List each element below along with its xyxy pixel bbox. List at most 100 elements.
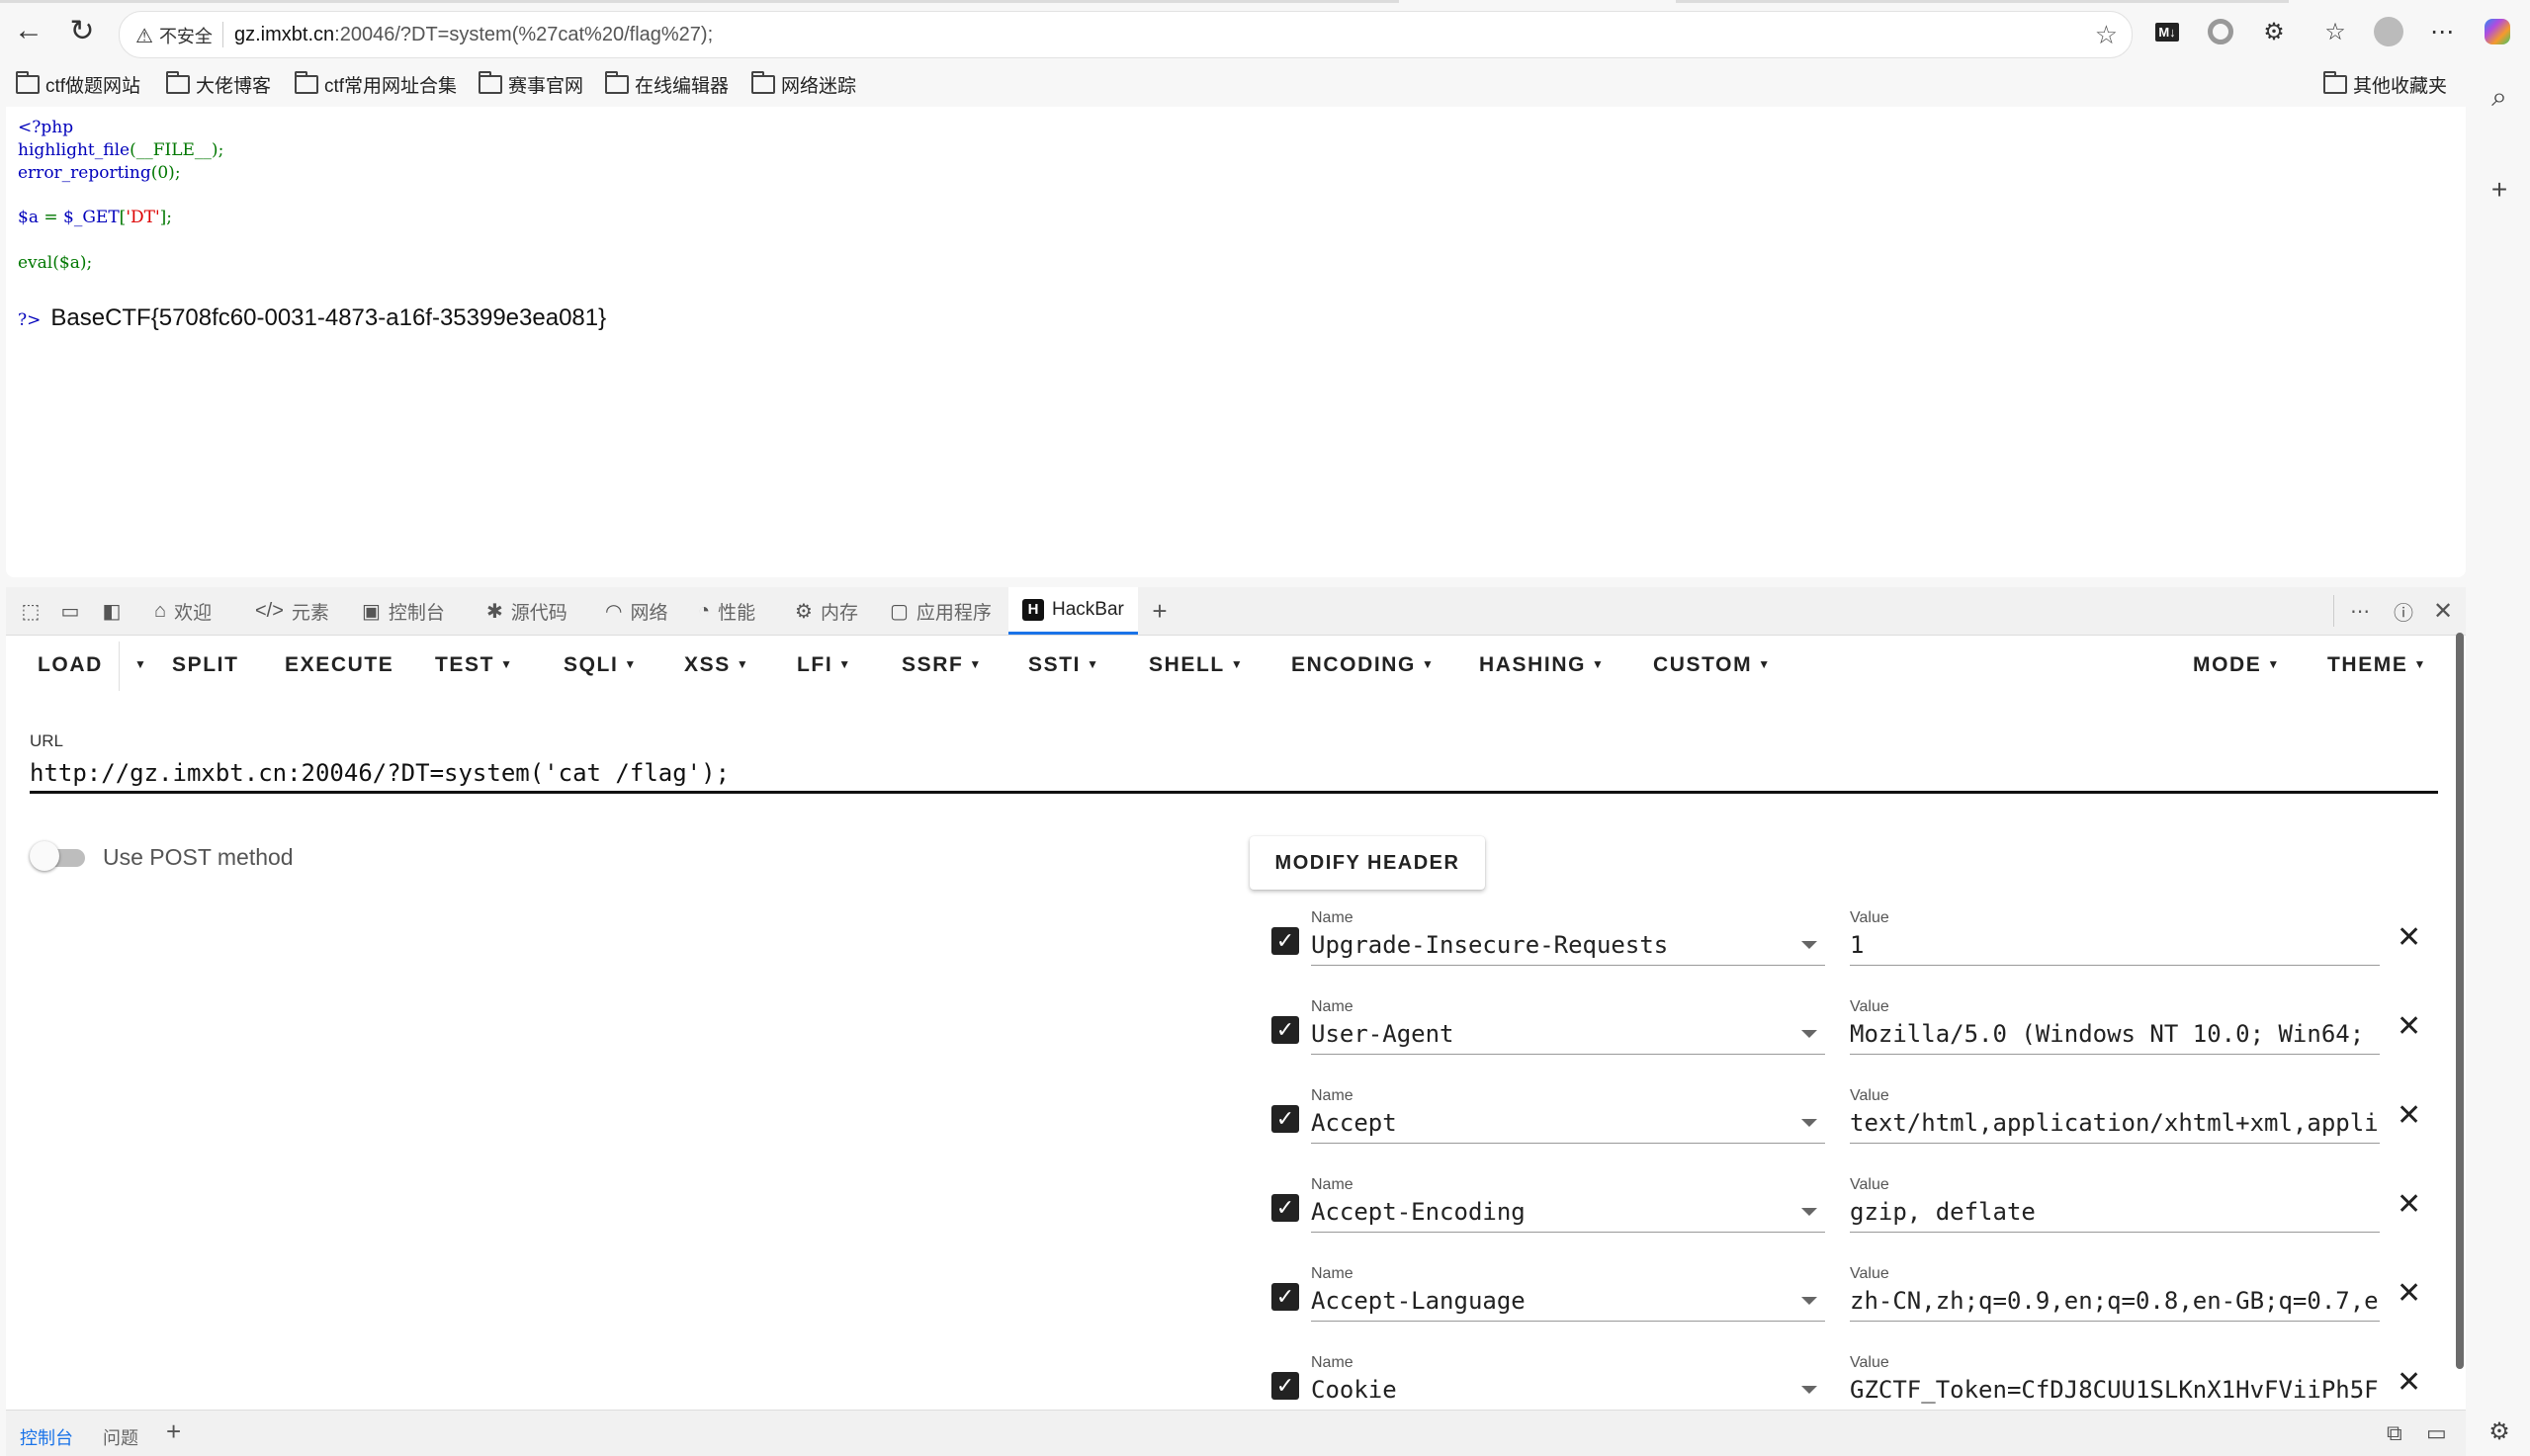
header-name-select[interactable]: Accept — [1311, 1109, 1825, 1144]
code-token: (__FILE__) — [130, 139, 218, 160]
menu-ssrf[interactable]: SSRF ▼ — [902, 653, 983, 677]
reload-icon[interactable]: ↻ — [65, 14, 99, 47]
bookmark-blogs[interactable]: 大佬博客 — [166, 71, 271, 98]
code-token: highlight_file — [18, 139, 131, 160]
bookmark-osint[interactable]: 网络迷踪 — [751, 71, 856, 98]
menu-load[interactable]: LOAD — [38, 653, 103, 677]
markdown-icon[interactable]: M↓ — [2149, 14, 2185, 49]
scrollbar[interactable] — [2456, 633, 2464, 1369]
caret-down-icon: ▼ — [1087, 657, 1100, 671]
tab-performance[interactable]: ◔ 性能 — [698, 587, 755, 635]
delete-header-icon[interactable]: ✕ — [2397, 1190, 2421, 1220]
hackbar-menu: LOAD ▼ SPLIT EXECUTE TEST ▼ SQLI ▼ XSS ▼ LF… — [6, 636, 2466, 697]
delete-header-icon[interactable]: ✕ — [2397, 923, 2421, 953]
tab-hackbar[interactable]: H HackBar — [1008, 587, 1138, 635]
menu-xss[interactable]: XSS ▼ — [684, 653, 749, 677]
profile-icon[interactable] — [2371, 14, 2406, 49]
menu-execute[interactable]: EXECUTE — [285, 653, 393, 677]
address-bar[interactable]: ⚠ 不安全 gz.imxbt.cn:20046/?DT=system(%27ca… — [119, 11, 2133, 58]
header-name-select[interactable]: Accept-Encoding — [1311, 1198, 1825, 1233]
undock-icon[interactable]: ⧉ — [2387, 1420, 2402, 1446]
bookmark-label: 其他收藏夹 — [2353, 76, 2448, 97]
more-icon[interactable]: ⋯ — [2345, 597, 2375, 625]
header-value-input[interactable]: GZCTF_Token=CfDJ8CUU1SLKnX1HvFViiPh5F — [1850, 1376, 2380, 1406]
menu-sqli[interactable]: SQLI ▼ — [564, 653, 638, 677]
security-indicator[interactable]: ⚠ 不安全 — [135, 23, 213, 48]
menu-load-dropdown[interactable]: ▼ — [129, 653, 147, 677]
url-input[interactable] — [30, 755, 2438, 794]
tab-welcome[interactable]: ⌂ 欢迎 — [154, 587, 212, 635]
header-name: Cookie — [1311, 1376, 1397, 1404]
post-toggle[interactable] — [30, 841, 87, 871]
header-checkbox[interactable]: ✓ — [1271, 1016, 1299, 1044]
header-value-input[interactable]: zh-CN,zh;q=0.9,en;q=0.8,en-GB;q=0.7,e — [1850, 1287, 2380, 1322]
copilot-icon[interactable] — [2480, 14, 2515, 49]
menu-shell[interactable]: SHELL ▼ — [1149, 653, 1244, 677]
bookmark-ctf-links[interactable]: ctf常用网址合集 — [295, 71, 457, 98]
header-checkbox[interactable]: ✓ — [1271, 1372, 1299, 1400]
menu-ssti[interactable]: SSTI ▼ — [1028, 653, 1100, 677]
search-icon[interactable]: ⌕ — [2484, 81, 2515, 113]
menu-label: THEME — [2327, 653, 2408, 676]
menu-encoding[interactable]: ENCODING ▼ — [1291, 653, 1435, 677]
tab-elements[interactable]: </> 元素 — [255, 587, 329, 635]
extensions-icon[interactable]: ⚙ — [2256, 14, 2292, 49]
add-tab-icon[interactable]: + — [1145, 596, 1175, 626]
value-label: Value — [1850, 1176, 1889, 1193]
menu-mode[interactable]: MODE ▼ — [2193, 653, 2281, 677]
header-value-input[interactable]: Mozilla/5.0 (Windows NT 10.0; Win64; — [1850, 1020, 2380, 1055]
bookmark-editor[interactable]: 在线编辑器 — [605, 71, 729, 98]
header-value-input[interactable]: 1 — [1850, 931, 2380, 966]
tab-sources[interactable]: ✱ 源代码 — [486, 587, 567, 635]
app-icon: ▢ — [890, 600, 909, 623]
menu-test[interactable]: TEST ▼ — [435, 653, 514, 677]
menu-theme[interactable]: THEME ▼ — [2327, 653, 2427, 677]
header-name-select[interactable]: User-Agent — [1311, 1020, 1825, 1055]
delete-header-icon[interactable]: ✕ — [2397, 1101, 2421, 1131]
drawer-tab-console[interactable]: 控制台 — [20, 1424, 73, 1450]
dock-icon[interactable]: ◧ — [97, 597, 127, 625]
menu-hashing[interactable]: HASHING ▼ — [1479, 653, 1606, 677]
tab-console[interactable]: ▣ 控制台 — [362, 587, 445, 635]
favorites-icon[interactable]: ☆ — [2317, 14, 2353, 49]
header-checkbox[interactable]: ✓ — [1271, 1194, 1299, 1222]
star-icon[interactable]: ☆ — [2095, 20, 2118, 50]
add-icon[interactable]: + — [2484, 174, 2515, 206]
delete-header-icon[interactable]: ✕ — [2397, 1012, 2421, 1042]
drawer-tab-issues[interactable]: 问题 — [103, 1424, 138, 1450]
record-icon[interactable] — [2203, 14, 2238, 49]
device-icon[interactable]: ▭ — [55, 597, 85, 625]
header-checkbox[interactable]: ✓ — [1271, 927, 1299, 955]
menu-split[interactable]: SPLIT — [172, 653, 239, 677]
tab-memory[interactable]: ⚙ 内存 — [795, 587, 858, 635]
menu-lfi[interactable]: LFI ▼ — [797, 653, 852, 677]
bookmark-events[interactable]: 赛事官网 — [479, 71, 583, 98]
edge-sidebar: ⌕ + ⚙ — [2468, 67, 2530, 1455]
bookmark-other[interactable]: 其他收藏夹 — [2323, 71, 2447, 98]
header-row: ✓ Name Cookie Value GZCTF_Token=CfDJ8CUU… — [1262, 1354, 2438, 1406]
close-icon[interactable]: ✕ — [2428, 597, 2458, 625]
delete-header-icon[interactable]: ✕ — [2397, 1368, 2421, 1398]
header-name-select[interactable]: Upgrade-Insecure-Requests — [1311, 931, 1825, 966]
caret-down-icon: ▼ — [1230, 657, 1245, 671]
modify-header-button[interactable]: MODIFY HEADER — [1250, 836, 1485, 890]
delete-header-icon[interactable]: ✕ — [2397, 1279, 2421, 1309]
drawer-toggle-icon[interactable]: ▭ — [2426, 1420, 2447, 1446]
more-icon[interactable]: ⋯ — [2424, 14, 2460, 49]
header-name-select[interactable]: Accept-Language — [1311, 1287, 1825, 1322]
header-name-select[interactable]: Cookie — [1311, 1376, 1825, 1406]
help-icon[interactable]: ⓘ — [2389, 597, 2418, 625]
add-tab-icon[interactable]: + — [166, 1416, 181, 1447]
bookmark-ctf-sites[interactable]: ctf做题网站 — [16, 71, 140, 98]
header-value-input[interactable]: text/html,application/xhtml+xml,appli — [1850, 1109, 2380, 1144]
url-text[interactable]: gz.imxbt.cn:20046/?DT=system(%27cat%20/f… — [234, 24, 713, 46]
header-checkbox[interactable]: ✓ — [1271, 1283, 1299, 1311]
header-checkbox[interactable]: ✓ — [1271, 1105, 1299, 1133]
tab-network[interactable]: ◠ 网络 — [605, 587, 667, 635]
header-value-input[interactable]: gzip, deflate — [1850, 1198, 2380, 1233]
tab-application[interactable]: ▢ 应用程序 — [890, 587, 992, 635]
menu-custom[interactable]: CUSTOM ▼ — [1653, 653, 1772, 677]
inspect-icon[interactable]: ⬚ — [16, 597, 45, 625]
back-icon[interactable]: ← — [12, 14, 45, 47]
settings-icon[interactable]: ⚙ — [2484, 1415, 2515, 1447]
